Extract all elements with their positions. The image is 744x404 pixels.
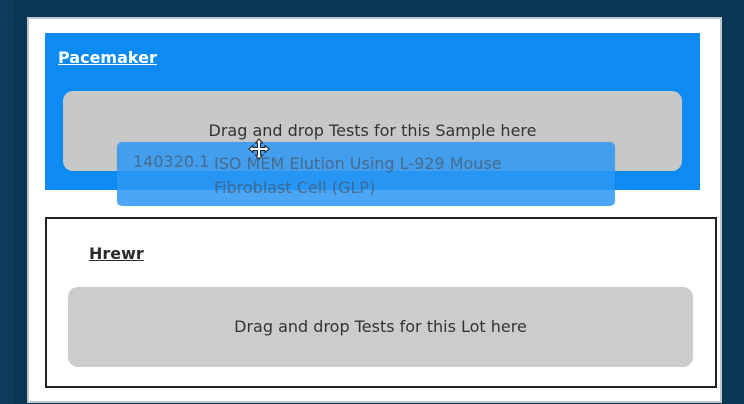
lot-drop-zone-label: Drag and drop Tests for this Lot here [234, 317, 527, 336]
lot-drop-zone[interactable]: Drag and drop Tests for this Lot here [68, 287, 693, 367]
move-cursor-icon [248, 138, 270, 160]
dragged-test-item[interactable]: 140320.1 ISO MEM Elution Using L-929 Mou… [117, 142, 615, 206]
lot-title-link[interactable]: Hrewr [89, 244, 144, 263]
sample-drop-zone-label: Drag and drop Tests for this Sample here [208, 121, 537, 140]
test-id: 140320.1 [133, 152, 210, 171]
lot-card: Hrewr Drag and drop Tests for this Lot h… [45, 217, 717, 388]
sample-title-link[interactable]: Pacemaker [58, 48, 157, 67]
